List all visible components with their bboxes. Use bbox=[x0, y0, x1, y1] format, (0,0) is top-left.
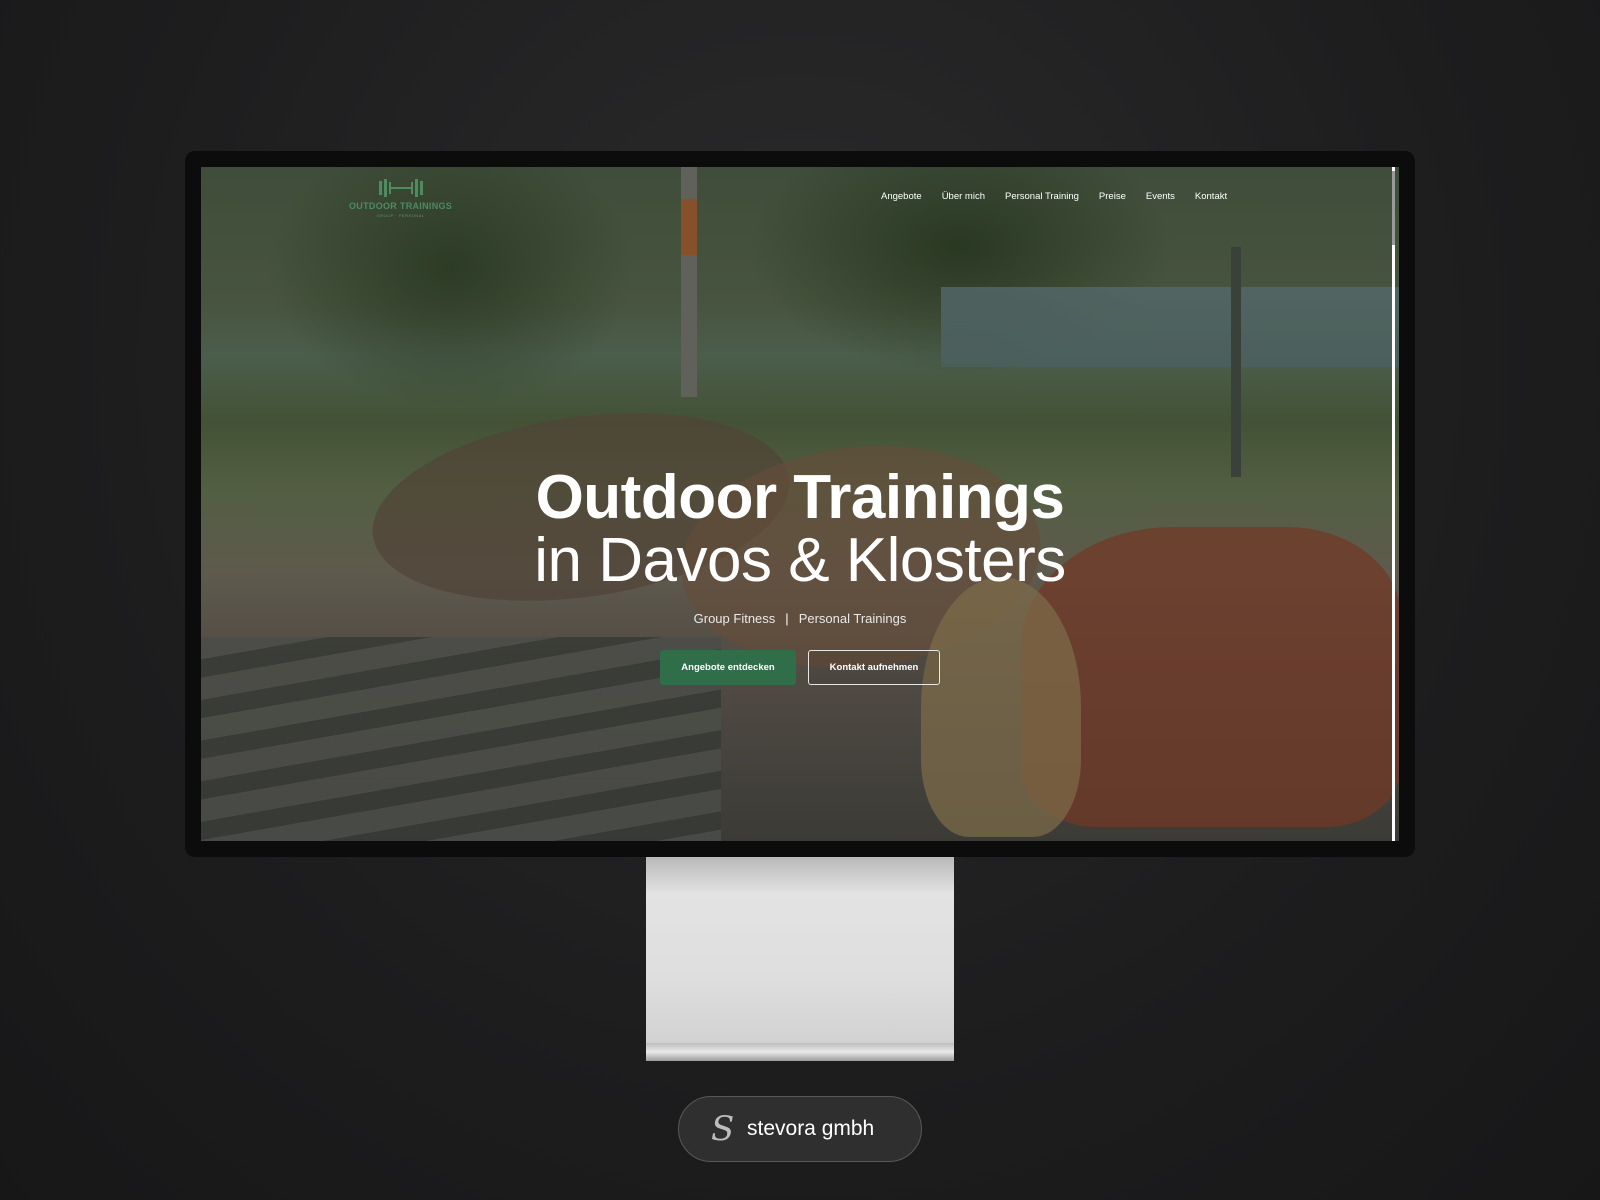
page-scrollbar[interactable] bbox=[1392, 167, 1395, 841]
hero-buttons: Angebote entdecken Kontakt aufnehmen bbox=[201, 650, 1399, 685]
discover-offers-button[interactable]: Angebote entdecken bbox=[660, 650, 796, 685]
logo-text: OUTDOOR TRAININGS bbox=[349, 201, 453, 211]
hero-content: Outdoor Trainings in Davos & Klosters Gr… bbox=[201, 467, 1399, 685]
company-name: stevora gmbh bbox=[747, 1117, 875, 1140]
hero-subtitle-separator: | bbox=[785, 611, 789, 626]
logo-subtitle: GROUP · PERSONAL bbox=[376, 213, 425, 218]
website-screen: OUTDOOR TRAININGS GROUP · PERSONAL Angeb… bbox=[201, 167, 1399, 841]
hero-title: Outdoor Trainings bbox=[535, 463, 1065, 532]
nav-item-personal-training[interactable]: Personal Training bbox=[1005, 191, 1079, 202]
hero-subtitle: Group Fitness | Personal Trainings bbox=[201, 611, 1399, 626]
monitor: OUTDOOR TRAININGS GROUP · PERSONAL Angeb… bbox=[185, 151, 1415, 857]
company-badge: S stevora gmbh bbox=[678, 1096, 922, 1162]
nav-item-preise[interactable]: Preise bbox=[1099, 191, 1126, 202]
nav-item-ueber-mich[interactable]: Über mich bbox=[942, 191, 985, 202]
nav-item-angebote[interactable]: Angebote bbox=[881, 191, 922, 202]
stevora-logo-icon: S bbox=[711, 1109, 735, 1149]
main-navigation: Angebote Über mich Personal Training Pre… bbox=[881, 191, 1227, 202]
scrollbar-thumb[interactable] bbox=[1392, 171, 1395, 245]
nav-item-kontakt[interactable]: Kontakt bbox=[1195, 191, 1227, 202]
nav-item-events[interactable]: Events bbox=[1146, 191, 1175, 202]
presentation-stage: OUTDOOR TRAININGS GROUP · PERSONAL Angeb… bbox=[0, 0, 1600, 1200]
hero-subtitle-group-fitness: Group Fitness bbox=[693, 611, 776, 626]
contact-button[interactable]: Kontakt aufnehmen bbox=[808, 650, 940, 685]
monitor-stand bbox=[646, 857, 954, 1061]
hero-subtitle-personal-trainings: Personal Trainings bbox=[798, 611, 907, 626]
monitor-stand-base bbox=[646, 1043, 954, 1061]
hero-title-line2: in Davos & Klosters bbox=[534, 526, 1066, 595]
dumbbell-icon bbox=[378, 179, 423, 197]
site-logo[interactable]: OUTDOOR TRAININGS GROUP · PERSONAL bbox=[349, 179, 452, 218]
